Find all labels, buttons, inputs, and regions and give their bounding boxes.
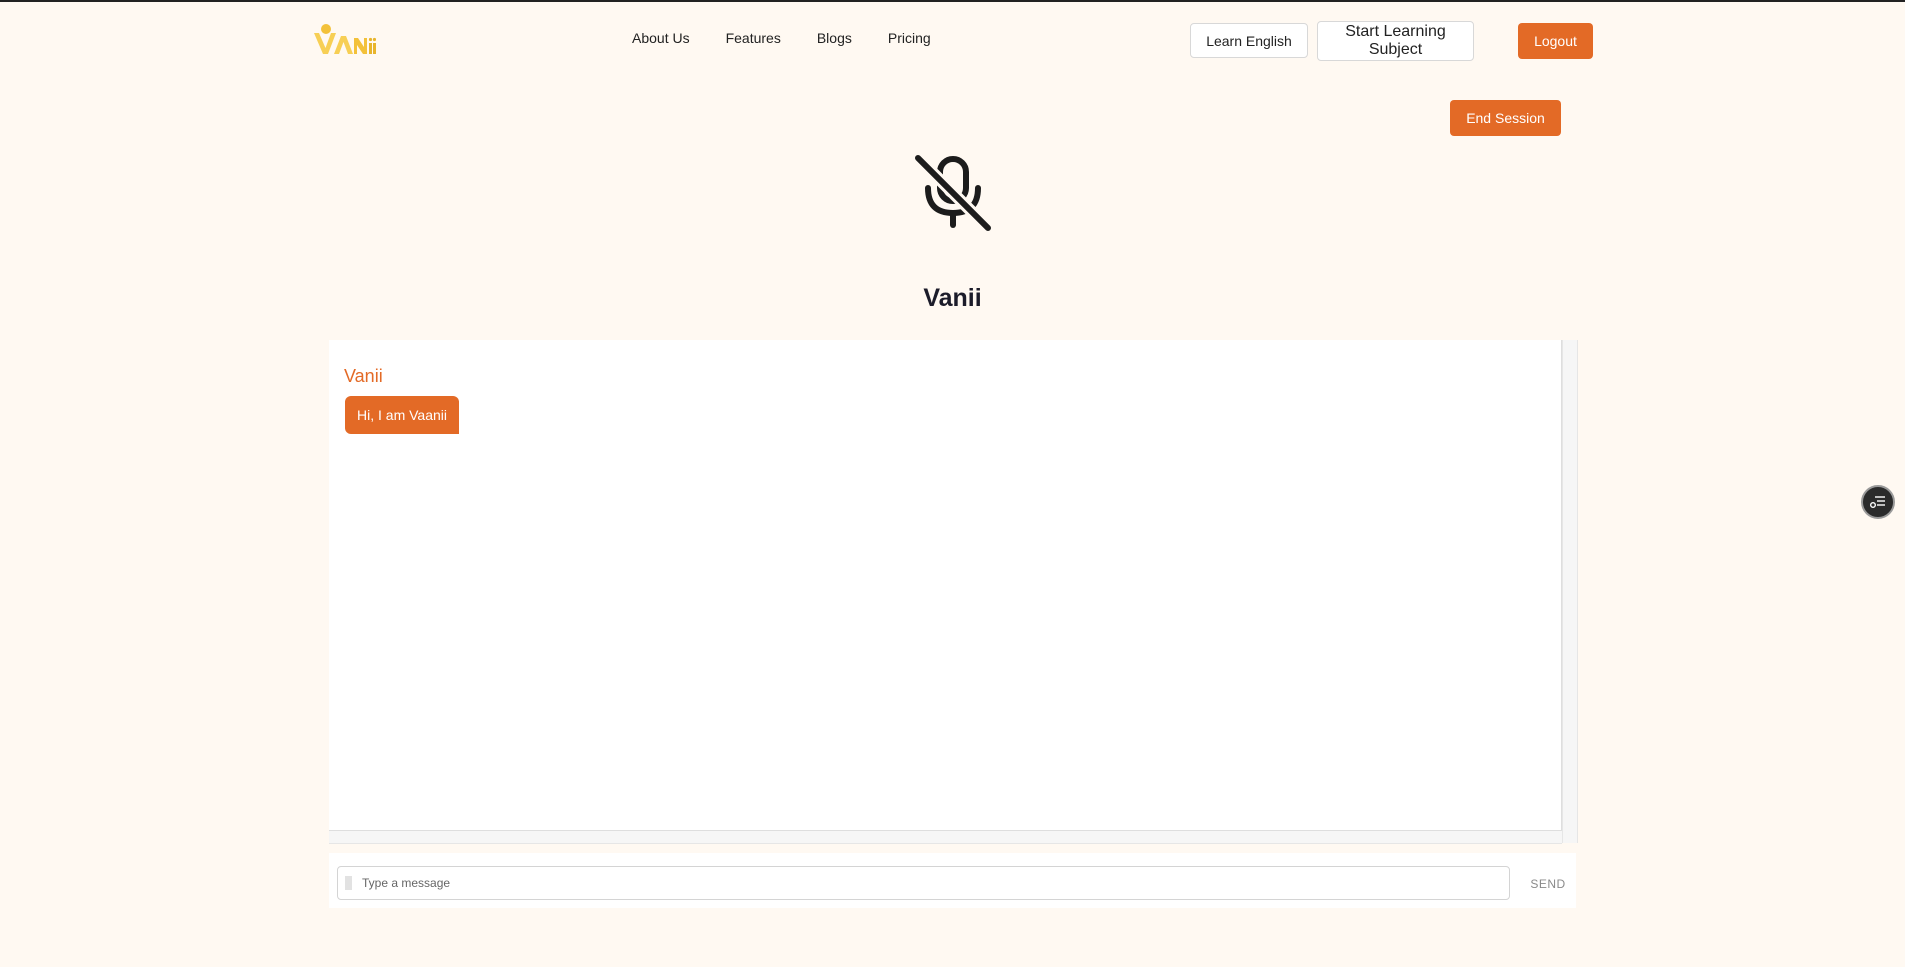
mic-off-icon[interactable] (912, 152, 994, 234)
logo-mark-icon (314, 24, 376, 54)
input-attachment-marker (345, 876, 352, 890)
message-sender: Vanii (344, 366, 383, 386)
logo[interactable] (312, 20, 376, 58)
start-learning-subject-button[interactable]: Start Learning Subject (1317, 21, 1474, 61)
learn-english-button[interactable]: Learn English (1190, 23, 1308, 58)
message-bubble: Hi, I am Vaanii (345, 396, 459, 434)
main-nav: About Us Features Blogs Pricing (632, 30, 967, 46)
message-input[interactable] (337, 866, 1510, 900)
logout-button[interactable]: Logout (1518, 23, 1593, 59)
nav-about-us[interactable]: About Us (632, 30, 690, 46)
send-button[interactable]: SEND (1524, 874, 1572, 894)
chat-vertical-scrollbar[interactable] (1562, 340, 1578, 843)
chat-horizontal-scrollbar[interactable] (329, 831, 1562, 844)
chat-panel (329, 340, 1562, 831)
site-header: About Us Features Blogs Pricing Learn En… (0, 2, 1905, 76)
nav-features[interactable]: Features (726, 30, 781, 46)
menu-list-icon[interactable] (1861, 485, 1895, 519)
end-session-button[interactable]: End Session (1450, 100, 1561, 136)
assistant-title: Vanii (923, 284, 982, 312)
nav-blogs[interactable]: Blogs (817, 30, 852, 46)
nav-pricing[interactable]: Pricing (888, 30, 931, 46)
